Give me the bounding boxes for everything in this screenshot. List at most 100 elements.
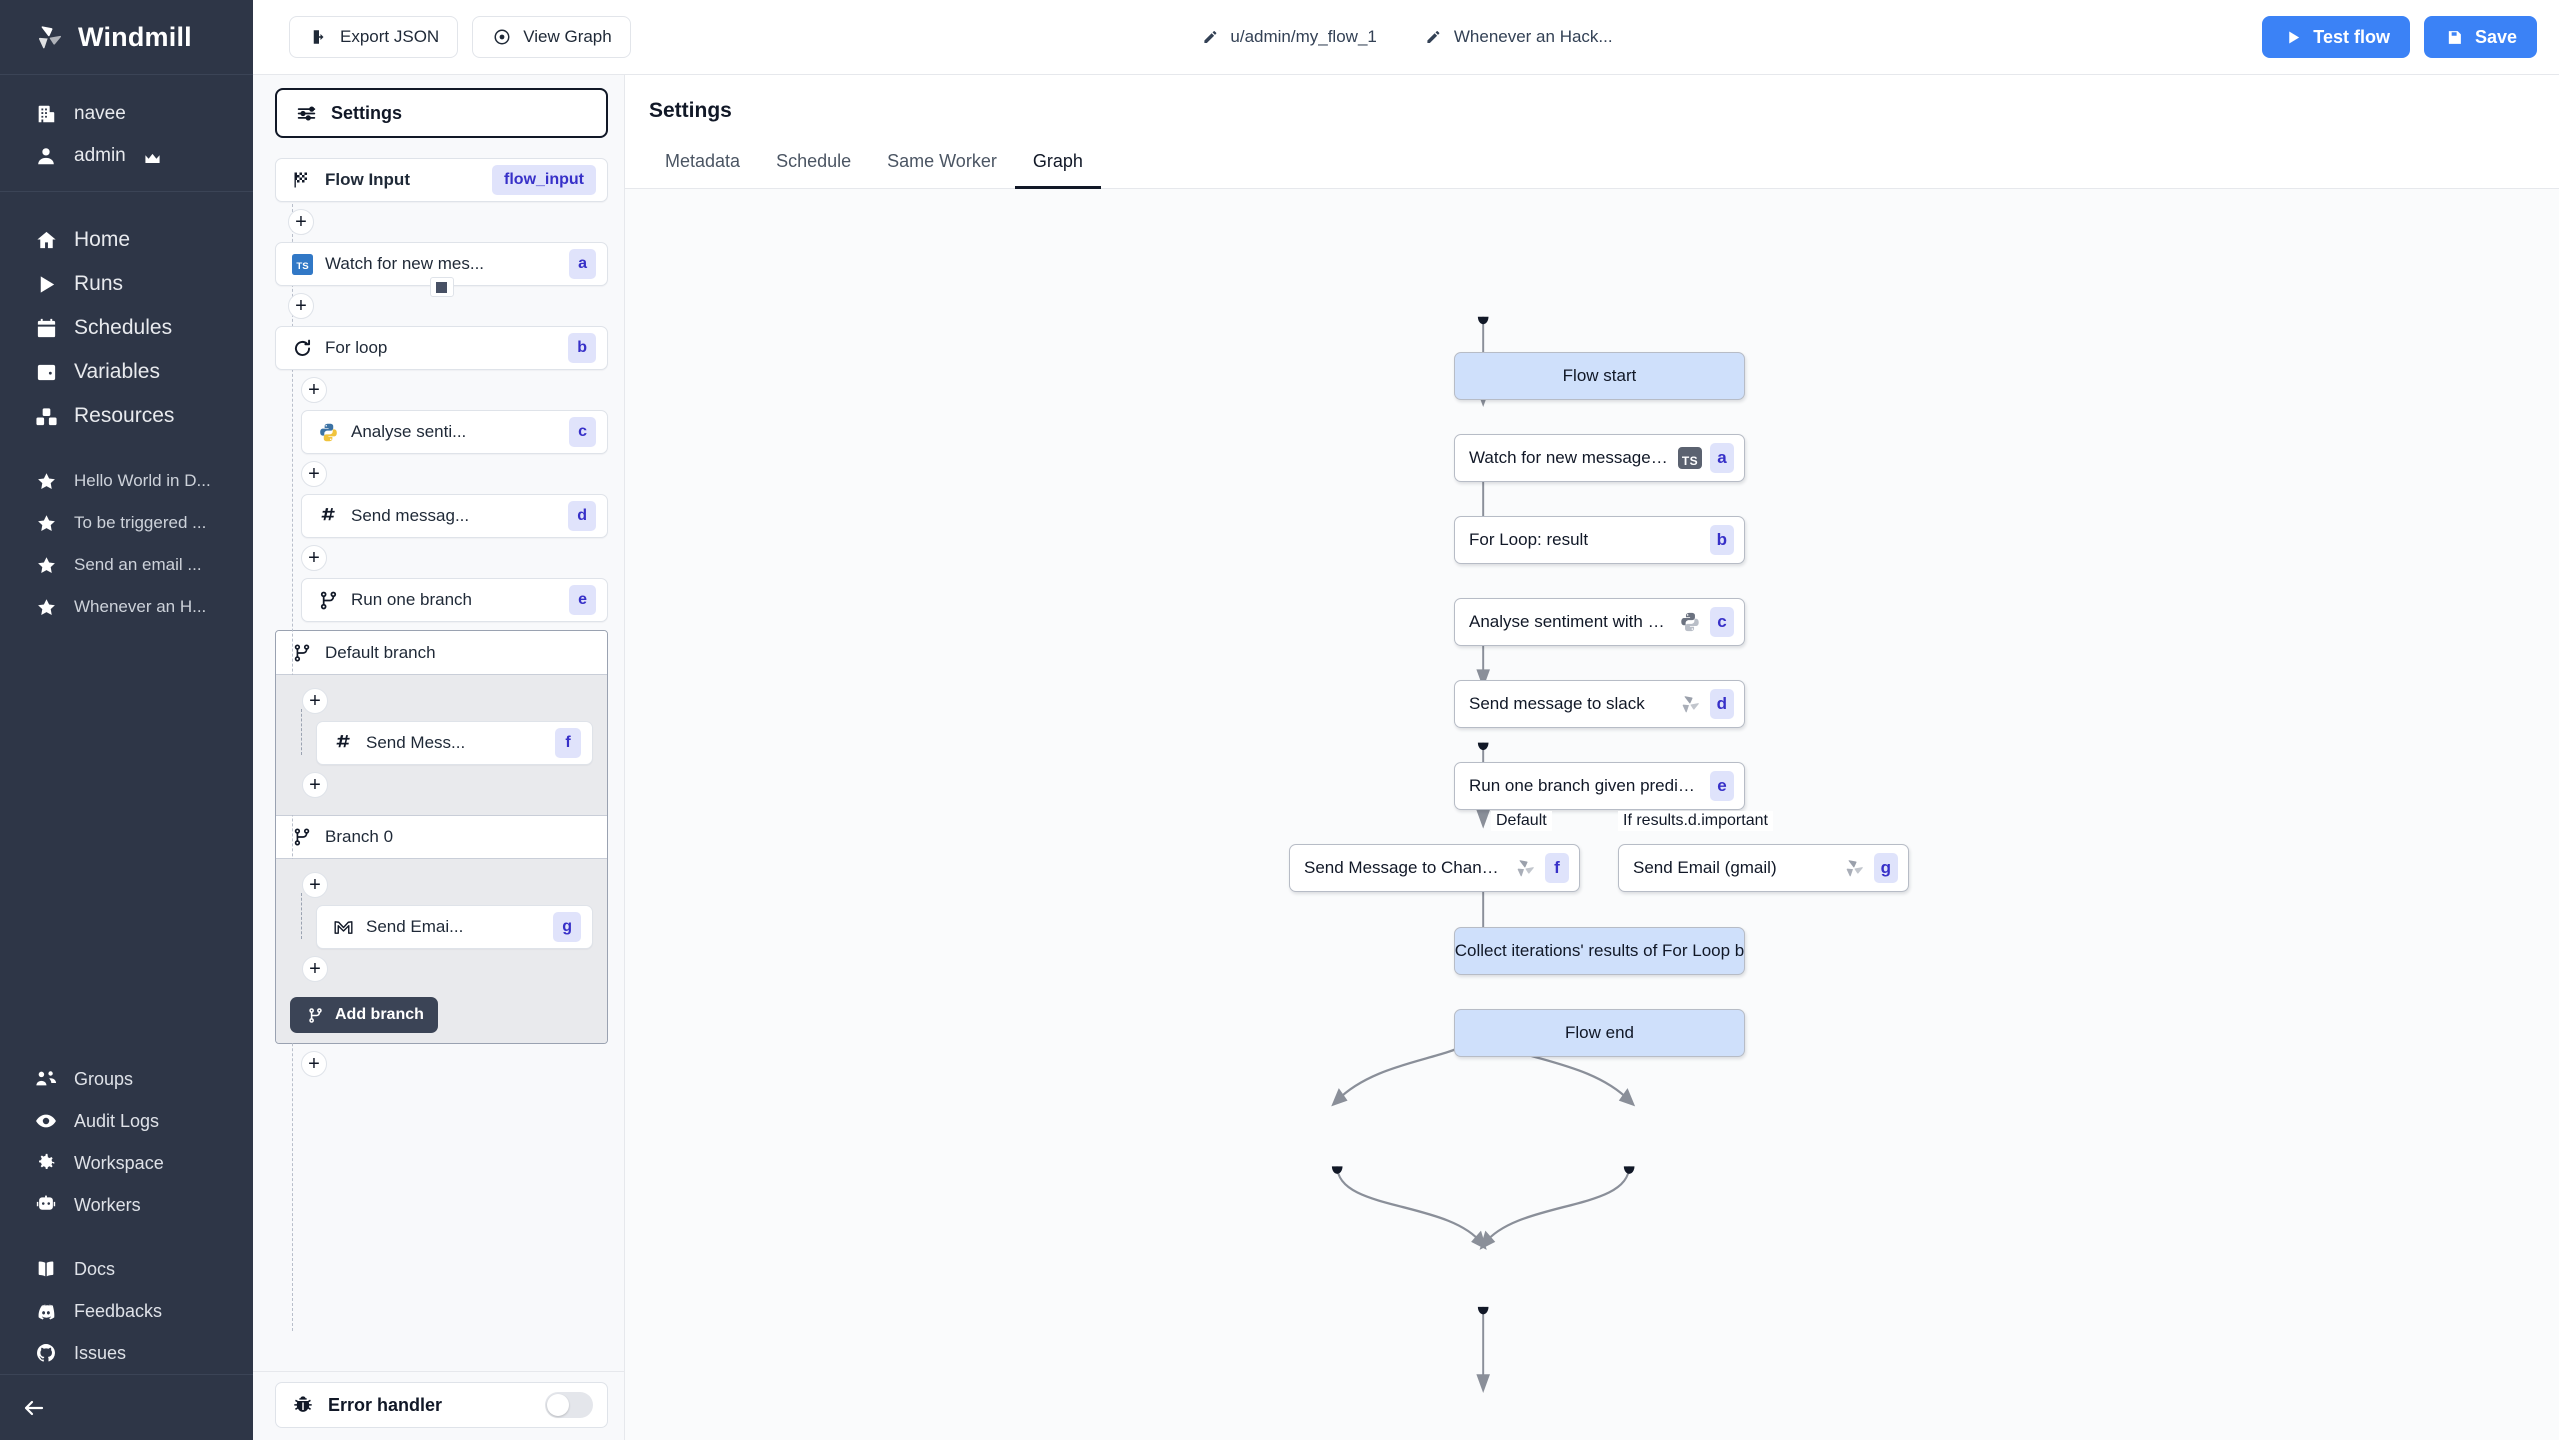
- graph-node-a[interactable]: Watch for new message with mentio... TS …: [1454, 434, 1745, 482]
- sidebar-item-runs[interactable]: Runs: [0, 262, 253, 306]
- flow-step-b[interactable]: For loop b: [275, 326, 608, 370]
- branch-step-g[interactable]: Send Emai... g: [316, 905, 593, 949]
- sidebar: Windmill navee admin Home Runs Schedules…: [0, 0, 253, 1440]
- save-button[interactable]: Save: [2423, 16, 2537, 58]
- graph-node-label: Analyse sentiment with nltk: [1469, 612, 1670, 631]
- sidebar-item-resources[interactable]: Resources: [0, 394, 253, 438]
- graph-node-collect[interactable]: Collect iterations' results of For Loop …: [1454, 927, 1745, 975]
- flow-summary-edit[interactable]: Whenever an Hack...: [1423, 26, 1613, 48]
- workspace-label: navee: [74, 103, 126, 124]
- flow-path-edit[interactable]: u/admin/my_flow_1: [1199, 26, 1377, 48]
- sidebar-item-schedules[interactable]: Schedules: [0, 306, 253, 350]
- add-step-button[interactable]: +: [302, 872, 328, 898]
- sidebar-item-label: Groups: [74, 1068, 134, 1089]
- flow-step-a[interactable]: TS Watch for new mes... a: [275, 242, 608, 297]
- sidebar-item-label: Docs: [74, 1258, 116, 1279]
- branch-icon: [291, 642, 313, 664]
- branch-step-label: Send Emai...: [366, 917, 464, 936]
- tab-same-worker[interactable]: Same Worker: [869, 141, 1015, 189]
- branch-icon: [317, 589, 339, 611]
- sidebar-favorite-label: Hello World in D...: [74, 471, 211, 490]
- branch-header-default[interactable]: Default branch: [276, 631, 607, 675]
- sidebar-main-nav: Home Runs Schedules Variables Resources: [0, 192, 253, 438]
- graph-node-chip: a: [1710, 443, 1734, 473]
- sidebar-favorite-item[interactable]: Send an email ...: [0, 544, 253, 586]
- sidebar-item-audit-logs[interactable]: Audit Logs: [0, 1100, 253, 1142]
- sidebar-item-groups[interactable]: Groups: [0, 1058, 253, 1100]
- stop-early-indicator[interactable]: [429, 277, 454, 297]
- save-label: Save: [2474, 26, 2517, 47]
- sidebar-item-workspace[interactable]: Workspace: [0, 1142, 253, 1184]
- branch-step-f[interactable]: Send Mess... f: [316, 721, 593, 765]
- sidebar-favorite-item[interactable]: Whenever an H...: [0, 586, 253, 628]
- graph-node-g[interactable]: Send Email (gmail) g: [1618, 844, 1909, 892]
- graph-node-label: Flow end: [1565, 1023, 1634, 1042]
- add-step-button[interactable]: +: [302, 956, 328, 982]
- wallet-icon: [34, 360, 58, 384]
- topbar-left-actions: Export JSON View Graph: [289, 16, 631, 58]
- test-flow-button[interactable]: Test flow: [2262, 16, 2410, 58]
- add-step-button[interactable]: +: [301, 377, 327, 403]
- brand[interactable]: Windmill: [0, 0, 253, 75]
- flow-step-e[interactable]: Run one branch e: [301, 578, 608, 622]
- add-step-button[interactable]: +: [288, 293, 314, 319]
- add-step-button[interactable]: +: [302, 772, 328, 798]
- graph-node-label: Send Message to Channel (slack): [1304, 858, 1505, 877]
- branch-header-label: Default branch: [325, 642, 436, 662]
- flow-graph-canvas[interactable]: Flow start Watch for new message with me…: [625, 189, 2559, 1440]
- export-json-button[interactable]: Export JSON: [289, 16, 459, 58]
- add-step-button[interactable]: +: [288, 209, 314, 235]
- graph-node-b[interactable]: For Loop: result b: [1454, 516, 1745, 564]
- flow-step-chip: a: [569, 249, 596, 279]
- sidebar-item-label: Runs: [74, 272, 124, 295]
- add-step-button[interactable]: +: [301, 545, 327, 571]
- graph-node-flow-end[interactable]: Flow end: [1454, 1009, 1745, 1057]
- error-handler-card[interactable]: Error handler: [275, 1382, 608, 1428]
- sidebar-admin-nav: Groups Audit Logs Workspace Workers: [0, 1040, 253, 1226]
- flow-input-node[interactable]: Flow Input flow_input: [275, 158, 608, 202]
- error-handler-bar: Error handler: [253, 1371, 624, 1440]
- sidebar-item-variables[interactable]: Variables: [0, 350, 253, 394]
- sidebar-item-home[interactable]: Home: [0, 218, 253, 262]
- graph-node-d[interactable]: Send message to slack d: [1454, 680, 1745, 728]
- typescript-icon: TS: [1678, 446, 1702, 470]
- sidebar-collapse-button[interactable]: [0, 1374, 253, 1440]
- tab-metadata[interactable]: Metadata: [647, 141, 758, 189]
- eye-icon: [34, 1109, 58, 1133]
- flow-settings-button[interactable]: Settings: [275, 88, 608, 138]
- discord-icon: [34, 1299, 58, 1323]
- add-step-button[interactable]: +: [301, 1051, 327, 1077]
- test-flow-label: Test flow: [2313, 26, 2390, 47]
- view-graph-button[interactable]: View Graph: [472, 16, 631, 58]
- sidebar-item-docs[interactable]: Docs: [0, 1248, 253, 1290]
- book-icon: [34, 1257, 58, 1281]
- tab-graph[interactable]: Graph: [1014, 141, 1101, 189]
- python-icon: [317, 421, 339, 443]
- graph-node-e[interactable]: Run one branch given predicate e: [1454, 762, 1745, 810]
- svg-text:TS: TS: [296, 260, 309, 271]
- sidebar-item-issues[interactable]: Issues: [0, 1332, 253, 1374]
- sidebar-favorite-item[interactable]: Hello World in D...: [0, 460, 253, 502]
- sidebar-item-workers[interactable]: Workers: [0, 1184, 253, 1226]
- branch-header-0[interactable]: Branch 0: [276, 815, 607, 859]
- add-step-button[interactable]: +: [302, 688, 328, 714]
- flow-step-d[interactable]: Send messag... d: [301, 494, 608, 538]
- error-handler-toggle[interactable]: [545, 1392, 593, 1418]
- flow-step-label: Watch for new mes...: [325, 254, 485, 273]
- graph-node-flow-start[interactable]: Flow start: [1454, 352, 1745, 400]
- workspace-block: navee admin: [0, 75, 253, 192]
- user-menu[interactable]: admin: [0, 135, 253, 177]
- boxes-icon: [34, 404, 58, 428]
- workspace-selector[interactable]: navee: [0, 93, 253, 135]
- graph-node-c[interactable]: Analyse sentiment with nltk c: [1454, 598, 1745, 646]
- tab-schedule[interactable]: Schedule: [758, 141, 869, 189]
- sidebar-favorite-item[interactable]: To be triggered ...: [0, 502, 253, 544]
- branch-icon: [304, 1004, 326, 1026]
- add-branch-button[interactable]: Add branch: [290, 997, 438, 1033]
- add-step-button[interactable]: +: [301, 461, 327, 487]
- sidebar-item-label: Workspace: [74, 1152, 164, 1173]
- graph-node-f[interactable]: Send Message to Channel (slack) f: [1289, 844, 1580, 892]
- sidebar-item-feedbacks[interactable]: Feedbacks: [0, 1290, 253, 1332]
- flow-step-c[interactable]: Analyse senti... c: [301, 410, 608, 454]
